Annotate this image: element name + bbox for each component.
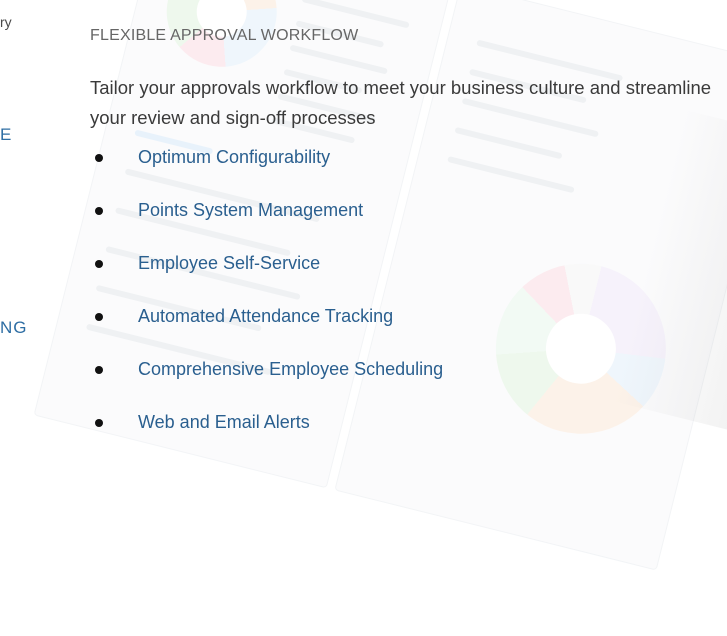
bullet-icon bbox=[95, 419, 103, 427]
feature-label: Automated Attendance Tracking bbox=[138, 306, 394, 326]
feature-label: Optimum Configurability bbox=[138, 147, 331, 167]
left-column: ry E NG bbox=[0, 0, 40, 455]
section-title: FLEXIBLE APPROVAL WORKFLOW bbox=[90, 27, 359, 44]
left-heading-fragment-1: E bbox=[0, 125, 13, 144]
left-heading-fragment-2: NG bbox=[0, 318, 28, 337]
feature-label: Employee Self-Service bbox=[138, 253, 321, 273]
feature-label: Web and Email Alerts bbox=[138, 412, 310, 432]
feature-label: Comprehensive Employee Scheduling bbox=[138, 359, 444, 379]
bullet-icon bbox=[95, 207, 103, 215]
bullet-icon bbox=[95, 313, 103, 321]
bullet-icon bbox=[95, 154, 103, 162]
bullet-icon bbox=[95, 260, 103, 268]
section-description: Tailor your approvals workflow to meet y… bbox=[90, 77, 712, 128]
feature-label: Points System Management bbox=[138, 200, 364, 220]
bullet-icon bbox=[95, 366, 103, 374]
left-text-fragment: ry bbox=[0, 14, 12, 30]
